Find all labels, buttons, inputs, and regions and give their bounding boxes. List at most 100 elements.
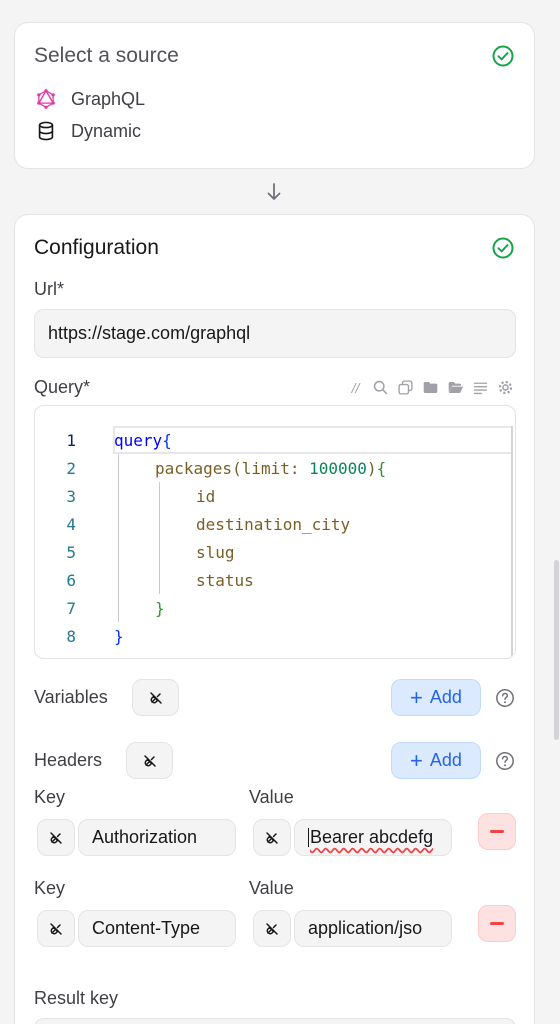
header-key-label: Key: [34, 787, 66, 807]
header-value-dynamic-toggle[interactable]: [253, 910, 291, 947]
source-card-title: Select a source: [34, 44, 179, 67]
header-value-value: Bearer abcdefg: [310, 827, 434, 847]
editor-scrollbar[interactable]: [511, 426, 513, 656]
remove-header-button[interactable]: [478, 905, 516, 942]
variables-add-button[interactable]: + Add: [391, 679, 481, 716]
header-key-input[interactable]: Content-Type: [78, 910, 236, 947]
unplug-icon: [266, 831, 278, 844]
settings-icon[interactable]: [496, 378, 515, 397]
database-icon: [38, 121, 54, 141]
url-label: Url*: [34, 279, 64, 300]
line-number: 4: [66, 514, 76, 534]
add-label: Add: [429, 687, 462, 707]
header-key-input[interactable]: Authorization: [78, 819, 236, 856]
variables-dynamic-toggle[interactable]: [132, 679, 179, 716]
plus-icon: +: [410, 747, 423, 773]
header-key-value: Content-Type: [92, 918, 201, 938]
source-option-dynamic[interactable]: Dynamic: [35, 120, 141, 142]
header-value-dynamic-toggle[interactable]: [253, 819, 291, 856]
header-value-label: Value: [249, 787, 294, 807]
active-line-highlight: [113, 426, 513, 454]
headers-label: Headers: [34, 750, 103, 770]
code-token: {: [376, 458, 387, 478]
code-line: 3 id: [35, 482, 215, 510]
header-value-input[interactable]: application/jso: [294, 910, 452, 947]
code-token: status: [196, 570, 254, 590]
source-card: Select a source GraphQL Dynamic: [14, 22, 535, 169]
required-marker: *: [83, 377, 91, 397]
code-line: 1 query{: [35, 426, 172, 454]
code-token: slug: [196, 542, 235, 562]
headers-add-button[interactable]: + Add: [391, 742, 481, 779]
code-line: 6 status: [35, 566, 254, 594]
line-number: 5: [66, 542, 76, 562]
code-line: 8 }: [35, 622, 123, 650]
folder-open-icon[interactable]: [446, 378, 465, 397]
code-token: {: [162, 430, 172, 450]
source-option-graphql[interactable]: GraphQL: [35, 88, 145, 110]
folder-icon[interactable]: [421, 378, 440, 397]
code-token: :: [289, 458, 310, 478]
search-icon[interactable]: [371, 378, 390, 397]
header-key-value: Authorization: [92, 827, 198, 847]
required-marker: *: [57, 279, 65, 299]
copy-icon[interactable]: [396, 378, 415, 397]
line-number: 8: [66, 626, 76, 646]
header-key-dynamic-toggle[interactable]: [37, 819, 75, 856]
header-key-dynamic-toggle[interactable]: [37, 910, 75, 947]
unplug-icon: [50, 831, 62, 844]
comment-icon[interactable]: //: [346, 378, 365, 397]
help-icon[interactable]: [495, 751, 515, 771]
graphql-icon: [37, 89, 55, 109]
result-key-input[interactable]: [34, 1018, 516, 1024]
configuration-card: Configuration Url* https://stage.com/gra…: [14, 214, 535, 1024]
source-option-label: GraphQL: [71, 88, 146, 109]
configuration-title: Configuration: [34, 236, 159, 259]
plus-icon: +: [410, 684, 423, 710]
url-input[interactable]: https://stage.com/graphql: [34, 309, 516, 358]
source-option-label: Dynamic: [71, 120, 142, 141]
page-scrollbar[interactable]: [554, 560, 559, 740]
query-label-text: Query: [34, 377, 84, 397]
unplug-icon: [143, 754, 156, 767]
result-key-label: Result key: [34, 988, 119, 1008]
code-token: limit: [241, 458, 290, 478]
code-line: 4 destination_city: [35, 510, 350, 538]
minus-icon: [490, 830, 504, 833]
code-token: destination_city: [196, 514, 351, 534]
code-token: }: [155, 598, 165, 618]
add-label: Add: [429, 750, 462, 770]
help-icon[interactable]: [495, 688, 515, 708]
url-label-text: Url: [34, 279, 57, 299]
text-caret: [308, 828, 309, 847]
header-value-value: application/jso: [308, 918, 423, 938]
code-line: 7 }: [35, 594, 165, 622]
line-number: 6: [66, 570, 76, 590]
code-token: ): [366, 458, 377, 478]
code-line: 5 slug: [35, 538, 235, 566]
unplug-icon: [149, 691, 162, 704]
check-circle-icon: [492, 237, 514, 259]
code-line: 2 packages(limit: 100000){: [35, 454, 386, 482]
header-value-input[interactable]: Bearer abcdefg: [294, 819, 452, 856]
format-icon[interactable]: [471, 378, 490, 397]
url-value: https://stage.com/graphql: [48, 323, 251, 343]
query-label: Query*: [34, 377, 90, 398]
line-number: 3: [66, 486, 76, 506]
code-token: query: [114, 430, 163, 450]
check-circle-icon: [492, 45, 514, 67]
line-number: 1: [66, 430, 76, 450]
remove-header-button[interactable]: [478, 813, 516, 850]
unplug-icon: [266, 922, 278, 935]
editor-toolbar: //: [346, 378, 515, 397]
code-token: (: [232, 458, 242, 478]
header-key-label: Key: [34, 878, 66, 898]
minus-icon: [490, 922, 504, 925]
code-token: packages: [155, 458, 233, 478]
variables-label: Variables: [34, 687, 108, 707]
line-number: 2: [66, 458, 76, 478]
header-value-label: Value: [249, 878, 294, 898]
query-editor[interactable]: 1 query{ 2 packages(limit: 100000){ 3 id…: [34, 405, 516, 659]
unplug-icon: [50, 922, 62, 935]
headers-dynamic-toggle[interactable]: [126, 742, 173, 779]
